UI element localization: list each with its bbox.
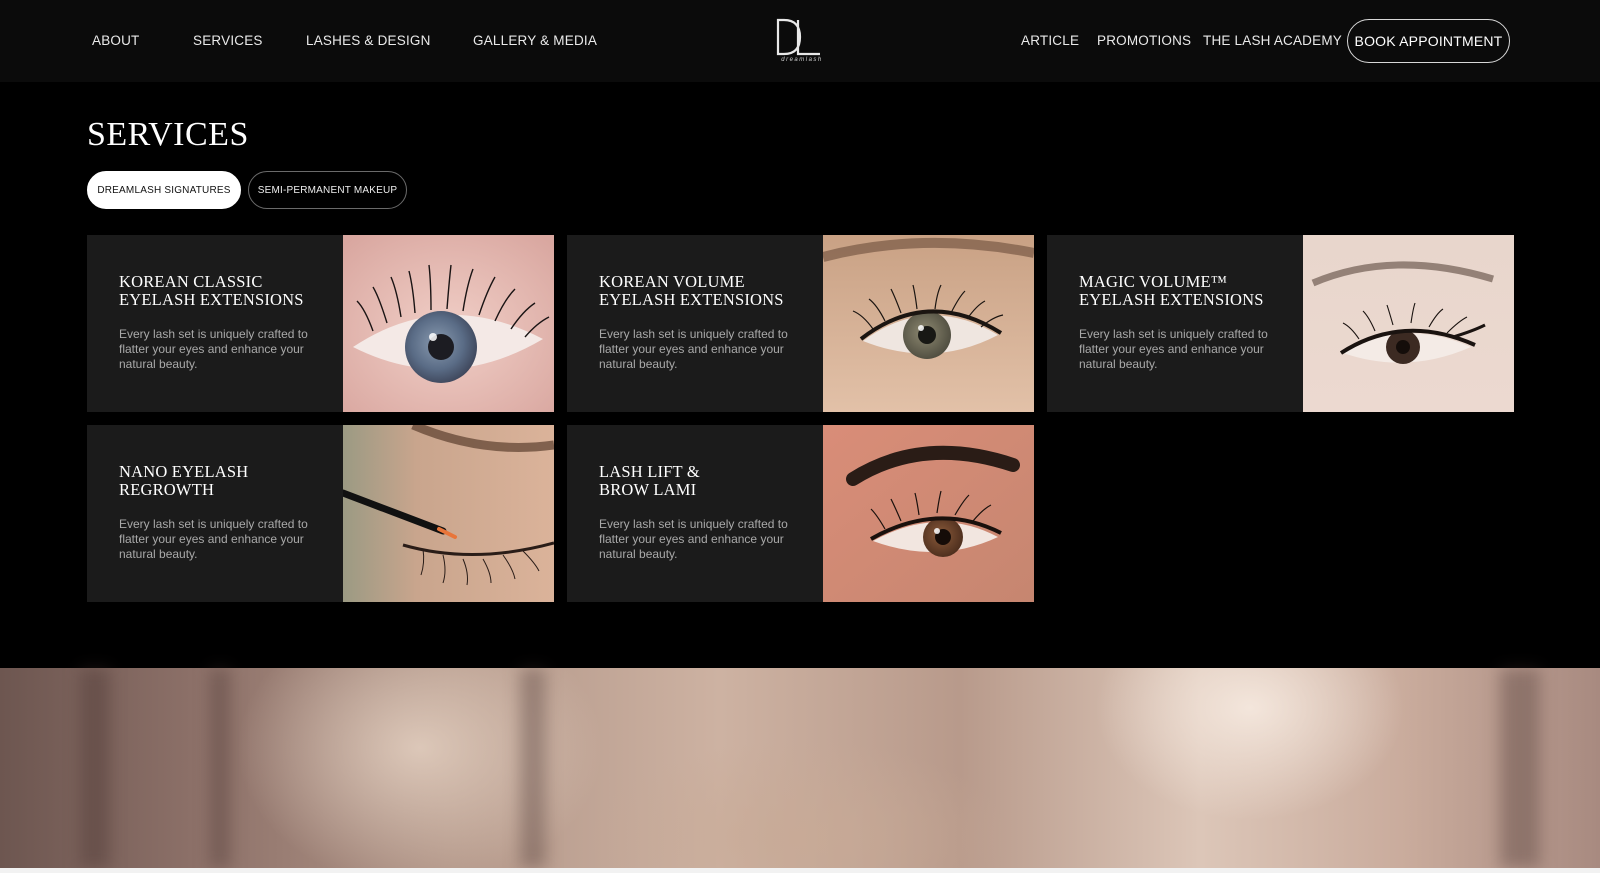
brand-logo[interactable]: dreamlash: [774, 18, 826, 66]
service-card-title: MAGIC VOLUME™ EYELASH EXTENSIONS: [1079, 272, 1264, 309]
nav-link-lash-academy[interactable]: THE LASH ACADEMY: [1203, 33, 1342, 48]
service-card-nano-regrowth[interactable]: NANO EYELASH REGROWTH Every lash set is …: [87, 425, 554, 602]
logo-wordmark: dreamlash: [781, 57, 823, 63]
page-divider: [0, 868, 1600, 873]
serum-applicator-eye-icon: [343, 425, 554, 602]
service-card-description: Every lash set is uniquely crafted to fl…: [119, 327, 308, 371]
page-title: SERVICES: [87, 116, 249, 153]
service-card-description: Every lash set is uniquely crafted to fl…: [599, 517, 788, 561]
service-card-korean-classic[interactable]: KOREAN CLASSIC EYELASH EXTENSIONS Every …: [87, 235, 554, 412]
service-card-description: Every lash set is uniquely crafted to fl…: [599, 327, 788, 371]
nav-link-article[interactable]: ARTICLE: [1021, 33, 1079, 48]
service-card-title: KOREAN CLASSIC EYELASH EXTENSIONS: [119, 272, 304, 309]
nav-link-promotions[interactable]: PROMOTIONS: [1097, 33, 1191, 48]
nav-link-services[interactable]: SERVICES: [193, 33, 263, 48]
tab-dreamlash-signatures[interactable]: DREAMLASH SIGNATURES: [87, 171, 241, 209]
service-card-title: NANO EYELASH REGROWTH: [119, 462, 249, 499]
service-card-title: KOREAN VOLUME EYELASH EXTENSIONS: [599, 272, 784, 309]
eye-closeup-green-iris-icon: [823, 235, 1034, 412]
top-navigation: ABOUT SERVICES LASHES & DESIGN GALLERY &…: [0, 0, 1600, 82]
tab-semi-permanent-makeup[interactable]: SEMI-PERMANENT MAKEUP: [248, 171, 407, 209]
nav-link-about[interactable]: ABOUT: [92, 33, 140, 48]
eye-brow-closeup-icon: [823, 425, 1034, 602]
service-card-lash-lift-brow[interactable]: LASH LIFT & BROW LAMI Every lash set is …: [567, 425, 1034, 602]
eye-closeup-blue-iris-icon: [343, 235, 554, 412]
nav-link-gallery-media[interactable]: GALLERY & MEDIA: [473, 33, 597, 48]
service-card-korean-volume[interactable]: KOREAN VOLUME EYELASH EXTENSIONS Every l…: [567, 235, 1034, 412]
service-card-description: Every lash set is uniquely crafted to fl…: [1079, 327, 1268, 371]
eye-closeup-dark-iris-icon: [1303, 235, 1514, 412]
nav-link-lashes-design[interactable]: LASHES & DESIGN: [306, 33, 431, 48]
dl-logo-icon: [776, 18, 820, 56]
hero-background-image: [0, 668, 1600, 868]
book-appointment-button[interactable]: BOOK APPOINTMENT: [1347, 19, 1510, 63]
service-card-title: LASH LIFT & BROW LAMI: [599, 462, 700, 499]
service-card-magic-volume[interactable]: MAGIC VOLUME™ EYELASH EXTENSIONS Every l…: [1047, 235, 1514, 412]
service-card-description: Every lash set is uniquely crafted to fl…: [119, 517, 308, 561]
